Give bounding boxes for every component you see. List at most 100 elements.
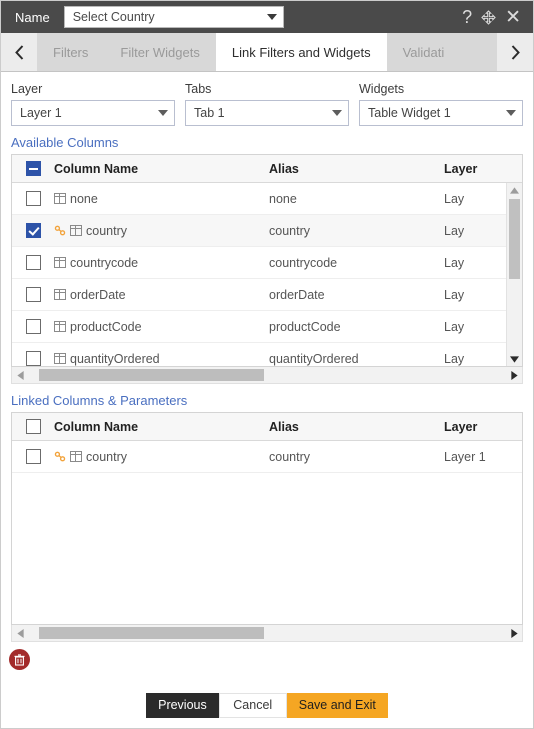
row-checkbox-cell: [12, 191, 54, 206]
scroll-up-arrow-icon[interactable]: [507, 183, 522, 197]
previous-button[interactable]: Previous: [146, 693, 219, 718]
row-checkbox[interactable]: [26, 191, 41, 206]
row-column-name: orderDate: [70, 288, 126, 302]
row-column-name: none: [70, 192, 98, 206]
linked-header-alias: Alias: [269, 420, 444, 434]
name-label: Name: [15, 10, 50, 25]
tab-filter-widgets[interactable]: Filter Widgets: [104, 33, 215, 71]
row-checkbox-cell: [12, 319, 54, 334]
row-checkbox-cell: [12, 449, 54, 464]
row-checkbox[interactable]: [26, 255, 41, 270]
row-checkbox[interactable]: [26, 319, 41, 334]
row-alias: none: [269, 192, 444, 206]
row-alias: country: [269, 450, 444, 464]
name-select-value: Select Country: [73, 10, 267, 24]
delete-button[interactable]: [9, 649, 30, 670]
row-column-name-cell: quantityOrdered: [54, 352, 269, 366]
layer-label: Layer: [11, 82, 175, 96]
available-header-column-name: Column Name: [54, 162, 269, 176]
layer-dropdown-value: Layer 1: [20, 106, 158, 120]
tabs-dropdown[interactable]: Tab 1: [185, 100, 349, 126]
tabs-scroll-left-button[interactable]: [1, 33, 37, 71]
chevron-down-icon: [506, 110, 516, 116]
widgets-dropdown[interactable]: Table Widget 1: [359, 100, 523, 126]
save-and-exit-button[interactable]: Save and Exit: [287, 693, 388, 718]
linked-header-layer: Layer: [444, 420, 522, 434]
row-column-name-cell: none: [54, 192, 269, 206]
select-all-checkbox[interactable]: [26, 161, 41, 176]
close-x-icon[interactable]: ✕: [505, 8, 521, 27]
layer-dropdown[interactable]: Layer 1: [11, 100, 175, 126]
column-icon: [54, 321, 66, 332]
row-column-name: productCode: [70, 320, 142, 334]
tabs-label: Tabs: [185, 82, 349, 96]
available-vertical-scrollbar[interactable]: [506, 183, 522, 366]
tab-validation[interactable]: Validati: [387, 33, 461, 71]
tab-label: Link Filters and Widgets: [232, 45, 371, 60]
tab-label: Filter Widgets: [120, 45, 199, 60]
window-controls: ? ✕: [462, 8, 525, 27]
row-checkbox[interactable]: [26, 223, 41, 238]
linked-table-header: Column Name Alias Layer: [12, 413, 522, 441]
scroll-right-arrow-icon[interactable]: [506, 367, 522, 383]
available-horizontal-scrollbar[interactable]: [11, 367, 523, 384]
row-checkbox[interactable]: [26, 449, 41, 464]
scrollbar-thumb[interactable]: [39, 369, 264, 381]
row-checkbox[interactable]: [26, 287, 41, 302]
scrollbar-thumb[interactable]: [509, 199, 520, 279]
scroll-left-arrow-icon[interactable]: [12, 625, 28, 641]
tab-label: Validati: [403, 45, 445, 60]
table-row[interactable]: none none Lay: [12, 183, 522, 215]
wizard-tabbar: Filters Filter Widgets Link Filters and …: [1, 33, 533, 72]
scrollbar-thumb[interactable]: [39, 627, 264, 639]
widgets-label: Widgets: [359, 82, 523, 96]
linked-select-all-checkbox[interactable]: [26, 419, 41, 434]
table-row[interactable]: orderDate orderDate Lay: [12, 279, 522, 311]
linked-horizontal-scrollbar[interactable]: [11, 625, 523, 642]
row-column-name-cell: productCode: [54, 320, 269, 334]
chevron-down-icon: [158, 110, 168, 116]
column-icon: [54, 193, 66, 204]
row-layer: Layer 1: [444, 450, 522, 464]
tabs-scroll-right-button[interactable]: [497, 33, 533, 71]
chevron-down-icon: [267, 14, 277, 20]
table-row[interactable]: country country Layer 1: [12, 441, 522, 473]
table-row[interactable]: country country Lay: [12, 215, 522, 247]
row-checkbox-cell: [12, 255, 54, 270]
cancel-button[interactable]: Cancel: [219, 693, 287, 718]
tabs-dropdown-value: Tab 1: [194, 106, 332, 120]
layer-selector-group: Layer Layer 1: [11, 82, 175, 126]
tabs-selector-group: Tabs Tab 1: [185, 82, 349, 126]
row-checkbox-cell: [12, 287, 54, 302]
tab-label: Filters: [53, 45, 88, 60]
help-icon[interactable]: ?: [462, 8, 472, 26]
move-cross-icon[interactable]: [481, 10, 496, 25]
tab-filters[interactable]: Filters: [37, 33, 104, 71]
row-alias: countrycode: [269, 256, 444, 270]
table-row[interactable]: countrycode countrycode Lay: [12, 247, 522, 279]
available-table-rows: none none Lay: [12, 183, 522, 367]
row-column-name: quantityOrdered: [70, 352, 160, 366]
scroll-down-arrow-icon[interactable]: [507, 352, 522, 366]
row-column-name-cell: country: [54, 224, 269, 238]
widgets-selector-group: Widgets Table Widget 1: [359, 82, 523, 126]
row-alias: orderDate: [269, 288, 444, 302]
row-checkbox[interactable]: [26, 351, 41, 366]
table-row[interactable]: quantityOrdered quantityOrdered Lay: [12, 343, 522, 367]
dialog-footer: Previous Cancel Save and Exit: [1, 682, 533, 728]
row-alias: country: [269, 224, 444, 238]
trash-icon: [14, 654, 25, 666]
scroll-right-arrow-icon[interactable]: [506, 625, 522, 641]
row-column-name-cell: orderDate: [54, 288, 269, 302]
dialog-titlebar: Name Select Country ? ✕: [1, 1, 533, 33]
available-columns-title: Available Columns: [1, 126, 533, 154]
table-row[interactable]: productCode productCode Lay: [12, 311, 522, 343]
linked-columns-table: Column Name Alias Layer: [11, 412, 523, 625]
column-icon: [70, 451, 82, 462]
name-select-dropdown[interactable]: Select Country: [64, 6, 284, 28]
tab-link-filters-and-widgets[interactable]: Link Filters and Widgets: [216, 33, 387, 71]
scroll-left-arrow-icon[interactable]: [12, 367, 28, 383]
tabs-container: Filters Filter Widgets Link Filters and …: [37, 33, 497, 71]
linked-columns-title: Linked Columns & Parameters: [1, 384, 533, 412]
linked-header-checkbox-cell: [12, 419, 54, 434]
